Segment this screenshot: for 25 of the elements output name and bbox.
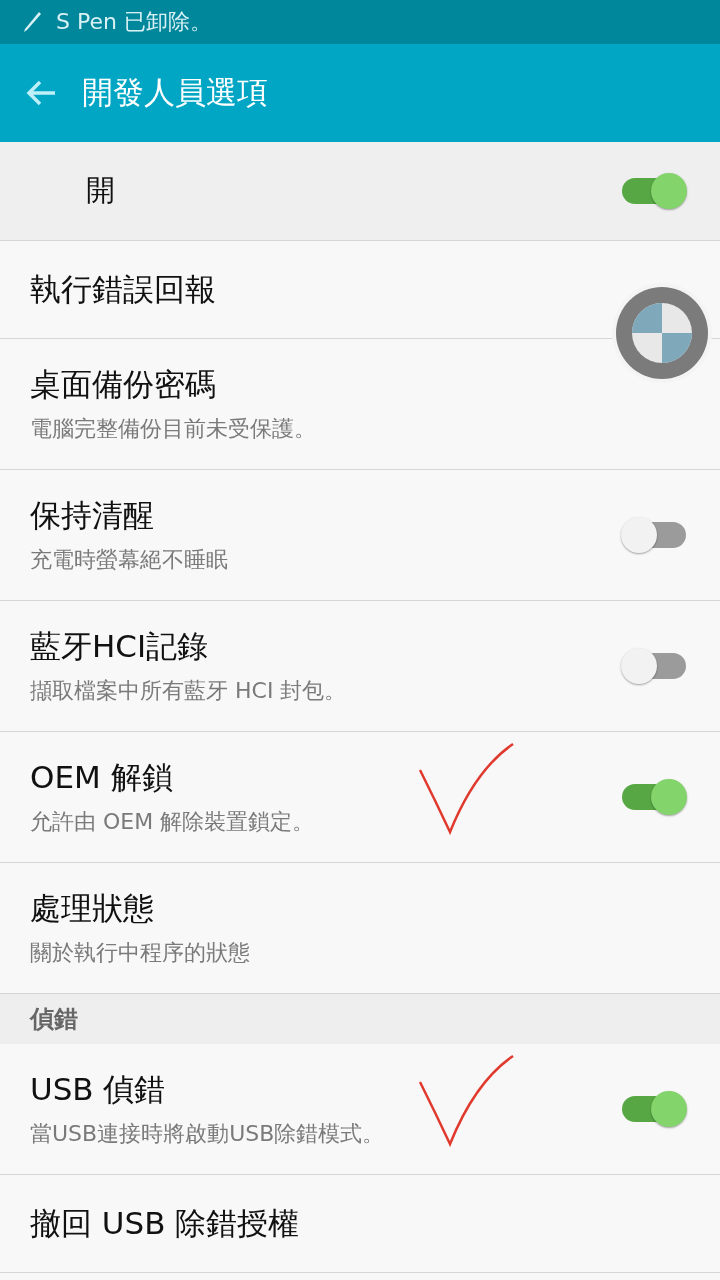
setting-summary: 允許由 OEM 解除裝置鎖定。 (30, 808, 315, 836)
setting-title[interactable]: 執行錯誤回報 (30, 268, 216, 311)
setting-title[interactable]: 處理狀態 (30, 888, 250, 930)
setting-title[interactable]: 保持清醒 (30, 495, 228, 537)
setting-title[interactable]: 藍牙HCI記錄 (30, 626, 347, 668)
setting-summary: 關於執行中程序的狀態 (30, 939, 250, 967)
notification-text: S Pen 已卸除。 (56, 8, 212, 36)
screen-title: 開發人員選項 (82, 73, 268, 112)
toggle-switch[interactable] (620, 515, 688, 555)
setting-summary: 當USB連接時將啟動USB除錯模式。 (30, 1120, 385, 1148)
back-arrow-icon[interactable] (26, 80, 56, 106)
pen-icon (22, 11, 42, 33)
setting-title[interactable]: 桌面備份密碼 (30, 364, 316, 406)
toggle-switch[interactable] (620, 646, 688, 686)
toggle-switch[interactable] (620, 777, 688, 817)
master-switch-label: 開 (86, 172, 115, 209)
setting-title[interactable]: USB 偵錯 (30, 1069, 385, 1111)
toggle-switch[interactable] (620, 1089, 688, 1129)
setting-title[interactable]: 撤回 USB 除錯授權 (30, 1202, 300, 1245)
setting-summary: 擷取檔案中所有藍牙 HCI 封包。 (30, 677, 347, 705)
setting-title[interactable]: OEM 解鎖 (30, 757, 315, 799)
toggle-switch[interactable] (620, 171, 688, 211)
section-header: 偵錯 (30, 1004, 78, 1035)
setting-summary: 充電時螢幕絕不睡眠 (30, 546, 228, 574)
setting-summary: 電腦完整備份目前未受保護。 (30, 415, 316, 443)
